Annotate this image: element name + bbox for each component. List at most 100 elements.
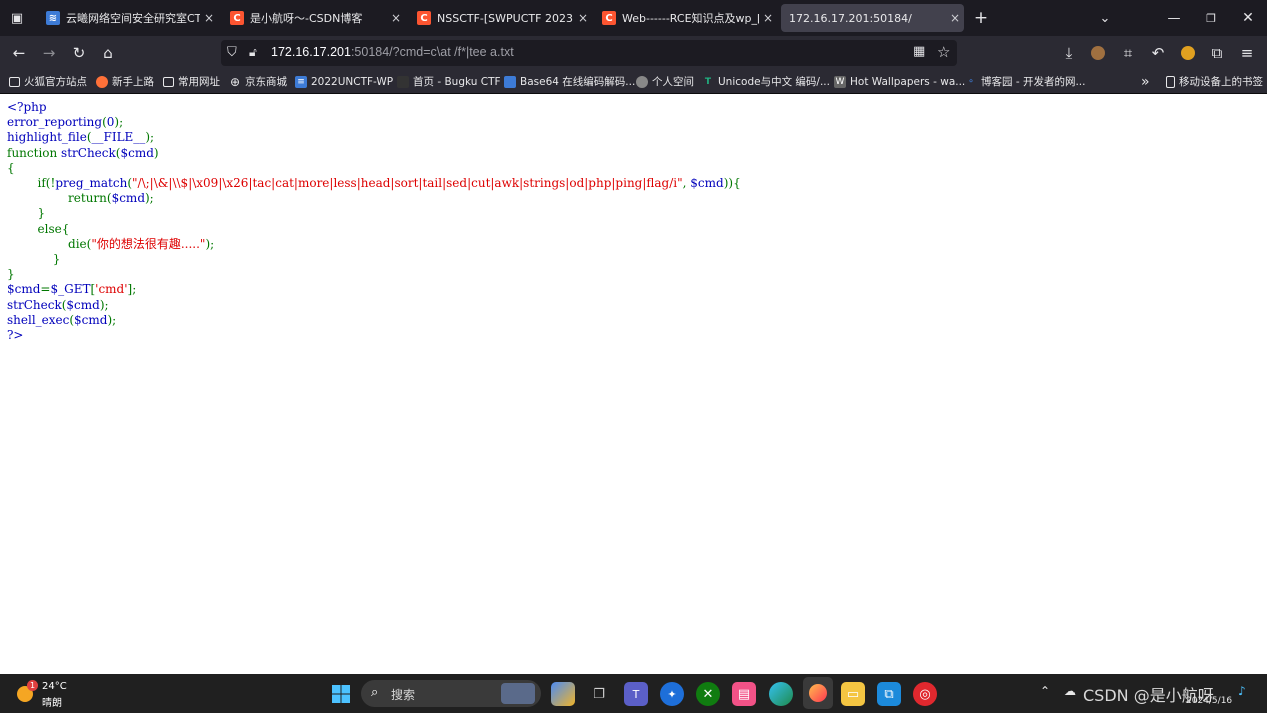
- file-explorer-icon[interactable]: ▭: [841, 682, 865, 706]
- globe-icon: ⊕: [229, 74, 241, 89]
- teams-icon[interactable]: T: [624, 682, 648, 706]
- list-all-tabs-icon[interactable]: ⌄: [1094, 7, 1116, 29]
- virtual-machine-icon[interactable]: ⧉: [877, 682, 901, 706]
- extension-avatar-icon[interactable]: [1087, 42, 1109, 64]
- url-text[interactable]: 172.16.17.201:50184/?cmd=c\at /f*|tee a.…: [271, 45, 514, 59]
- tab-2[interactable]: C 是小航呀～-CSDN博客 ×: [222, 4, 405, 32]
- bookmark-item[interactable]: 首页 - Bugku CTF: [397, 73, 501, 90]
- bookmark-label: 移动设备上的书签: [1179, 76, 1263, 88]
- bookmark-label: Base64 在线编码解码...: [520, 76, 636, 88]
- show-hidden-icons-icon[interactable]: ⌃: [1040, 684, 1050, 698]
- undo-icon[interactable]: ↶: [1147, 42, 1169, 64]
- tab-3[interactable]: C NSSCTF-[SWPUCTF 2023 秋季 ×: [409, 4, 592, 32]
- notification-bell-icon[interactable]: ♪: [1238, 684, 1246, 698]
- bookmark-item[interactable]: W Hot Wallpapers - wa...: [834, 73, 965, 90]
- close-tab-icon[interactable]: ×: [574, 11, 592, 25]
- bookmark-item[interactable]: Base64 在线编码解码...: [504, 73, 635, 90]
- extension-face-icon[interactable]: [1177, 42, 1199, 64]
- bookmark-item[interactable]: ≡ 2022UNCTF-WP: [295, 73, 393, 90]
- unicode-icon: T: [704, 76, 712, 87]
- tab-title: 是小航呀～-CSDN博客: [250, 12, 363, 25]
- bookmark-star-icon[interactable]: ☆: [937, 43, 950, 61]
- url-bar[interactable]: ⛉ 🔓︎ 172.16.17.201:50184/?cmd=c\at /f*|t…: [221, 40, 957, 66]
- bilibili-icon[interactable]: ▤: [732, 682, 756, 706]
- qr-code-icon[interactable]: ▦: [913, 44, 925, 59]
- downloads-icon[interactable]: ⤓: [1058, 42, 1080, 64]
- tab-4[interactable]: C Web------RCE知识点及wp_[m ×: [594, 4, 777, 32]
- minimize-icon[interactable]: —: [1163, 7, 1185, 29]
- copilot-icon[interactable]: [551, 682, 575, 706]
- close-tab-icon[interactable]: ×: [387, 11, 405, 25]
- firefox-icon: [96, 75, 108, 88]
- crop-icon[interactable]: ⌗: [1117, 42, 1139, 64]
- folder-icon: [9, 76, 20, 87]
- search-icon: ⌕: [371, 685, 379, 700]
- bookmark-item[interactable]: 常用网址: [163, 73, 220, 90]
- reload-icon[interactable]: ↻: [68, 42, 90, 64]
- mobile-device-icon: [1166, 75, 1175, 88]
- bookmark-item[interactable]: ⊕ 京东商城: [229, 73, 287, 90]
- extensions-icon[interactable]: ⧉: [1206, 42, 1228, 64]
- restore-icon[interactable]: ❐: [1200, 7, 1222, 29]
- tab-1[interactable]: ≋ 云曦网络空间安全研究室CTF职 ×: [38, 4, 218, 32]
- bookmark-label: 博客园 - 开发者的网...: [981, 76, 1086, 88]
- bookmark-label: 2022UNCTF-WP: [311, 75, 394, 88]
- bugku-icon: [397, 75, 409, 88]
- folder-icon: [163, 76, 174, 87]
- page-content: <?php error_reporting(0); highlight_file…: [0, 94, 1267, 674]
- url-host: 172.16.17.201: [271, 45, 351, 59]
- xbox-icon[interactable]: ✕: [696, 682, 720, 706]
- onedrive-icon[interactable]: ☁: [1064, 684, 1076, 698]
- tab-title: 172.16.17.201:50184/: [789, 11, 912, 25]
- bookmark-label: Hot Wallpapers - wa...: [850, 75, 966, 88]
- netease-music-icon[interactable]: ◎: [913, 682, 937, 706]
- feather-app-icon[interactable]: ✦: [660, 682, 684, 706]
- bookmarks-toolbar: 火狐官方站点 新手上路 常用网址 ⊕ 京东商城 ≡ 2022UNCTF-WP 首页 …: [0, 70, 1267, 94]
- close-tab-icon[interactable]: ×: [759, 11, 777, 25]
- task-view-icon[interactable]: ❐: [587, 682, 611, 706]
- shield-icon[interactable]: ⛉: [227, 45, 237, 60]
- csdn-icon: C: [417, 11, 431, 25]
- bookmark-item[interactable]: T Unicode与中文 编码/...: [702, 73, 830, 90]
- tab-overview-icon[interactable]: ▣: [6, 7, 28, 29]
- csdn-icon: C: [230, 11, 244, 25]
- bookmark-label: 常用网址: [178, 76, 220, 88]
- user-icon: [636, 75, 648, 88]
- home-icon[interactable]: ⌂: [97, 42, 119, 64]
- forward-icon[interactable]: →: [38, 42, 60, 64]
- weather-temperature: 24°C: [42, 681, 67, 692]
- close-window-icon[interactable]: ✕: [1237, 7, 1259, 29]
- insecure-lock-icon[interactable]: 🔓︎: [249, 45, 257, 60]
- close-tab-icon[interactable]: ×: [946, 11, 964, 25]
- doc-icon: ≡: [295, 75, 307, 88]
- bookmark-item[interactable]: 火狐官方站点: [9, 73, 87, 90]
- taskbar-date[interactable]: 2024/5/16: [1186, 696, 1232, 706]
- search-highlight-icon: [501, 683, 535, 704]
- windows-start-icon[interactable]: [329, 682, 353, 706]
- mobile-bookmarks[interactable]: 移动设备上的书签: [1166, 73, 1263, 90]
- php-source-code: <?php error_reporting(0); highlight_file…: [7, 100, 741, 343]
- bookmark-label: 个人空间: [652, 76, 694, 88]
- bookmark-item[interactable]: ⚬ 博客园 - 开发者的网...: [965, 73, 1085, 90]
- bookmark-label: Unicode与中文 编码/...: [718, 76, 830, 88]
- menu-icon[interactable]: ≡: [1236, 42, 1258, 64]
- back-icon[interactable]: ←: [8, 42, 30, 64]
- bookmark-label: 新手上路: [112, 76, 154, 88]
- close-tab-icon[interactable]: ×: [200, 11, 218, 25]
- base64-icon: [504, 75, 516, 88]
- cloud-site-icon: ≋: [46, 11, 60, 25]
- bookmarks-overflow-button[interactable]: »: [1141, 73, 1150, 90]
- cnblogs-icon: ⚬: [967, 76, 975, 87]
- edge-icon[interactable]: [769, 682, 793, 706]
- weather-description: 晴朗: [42, 698, 62, 709]
- firefox-taskbar-icon[interactable]: [803, 677, 833, 709]
- tab-5-active[interactable]: 172.16.17.201:50184/ ×: [781, 4, 964, 32]
- bookmark-item[interactable]: 新手上路: [96, 73, 154, 90]
- windows-taskbar: 1 24°C 晴朗 ⌕ 搜索 ❐ T ✦ ✕ ▤ ▭ ⧉ ◎ ⌃ ☁ CSDN …: [0, 674, 1267, 713]
- bookmark-label: 首页 - Bugku CTF: [413, 76, 501, 88]
- taskbar-search[interactable]: ⌕ 搜索: [361, 680, 541, 707]
- new-tab-button[interactable]: +: [970, 7, 992, 29]
- csdn-icon: C: [602, 11, 616, 25]
- bookmark-item[interactable]: 个人空间: [636, 73, 694, 90]
- tab-title: NSSCTF-[SWPUCTF 2023 秋季: [437, 12, 574, 25]
